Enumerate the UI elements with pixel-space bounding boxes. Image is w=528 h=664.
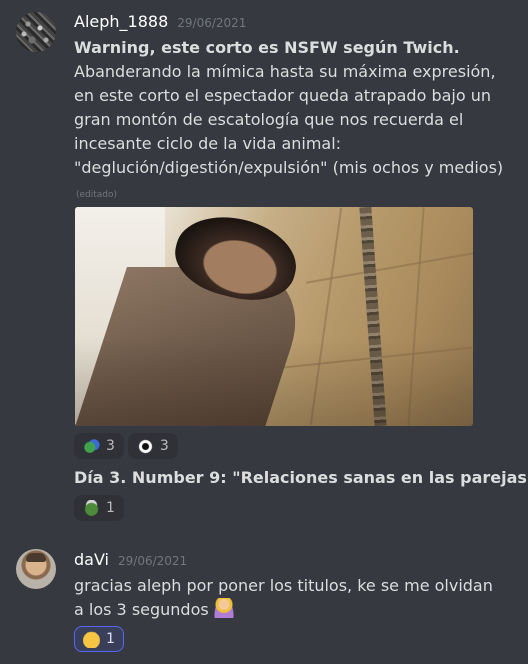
shrug-emoji-icon	[213, 598, 234, 618]
message-body: Abanderando la mímica hasta su máxima ex…	[74, 62, 504, 177]
edited-label: (editado)	[76, 190, 118, 200]
message-content: Warning, este corto es NSFW según Twich.…	[74, 36, 514, 207]
eye-emoji-icon	[136, 437, 154, 455]
reaction-pepe[interactable]: 1	[74, 495, 124, 521]
reaction-count: 3	[106, 438, 115, 454]
reaction-count: 1	[106, 500, 115, 516]
followup-title: Día 3. Number 9: "Relaciones sanas en la…	[74, 468, 528, 487]
reaction-count: 3	[159, 438, 169, 454]
message-body: gracias aleph por poner los titulos, ke …	[74, 576, 493, 619]
timestamp[interactable]: 29/06/2021	[177, 16, 246, 30]
reaction-bar: 3 3	[74, 433, 178, 459]
message-header: Aleph_1888 29/06/2021	[74, 12, 246, 31]
pepe-emoji-icon	[83, 499, 100, 517]
username[interactable]: Aleph_1888	[74, 12, 168, 31]
followup-reaction-bar: 1	[74, 495, 124, 521]
cat-emoji-icon	[83, 630, 100, 648]
frog-emoji-icon	[83, 437, 100, 455]
reaction-frog[interactable]: 3	[74, 433, 124, 459]
reaction-bar: 1	[74, 626, 124, 652]
reaction-count: 1	[106, 631, 115, 647]
warning-line: Warning, este corto es NSFW según Twich.	[74, 38, 460, 57]
avatar[interactable]	[16, 12, 56, 52]
username[interactable]: daVi	[74, 550, 109, 569]
video-attachment[interactable]	[75, 207, 473, 426]
reaction-eye[interactable]: 3	[127, 433, 178, 459]
message-header: daVi 29/06/2021	[74, 550, 187, 569]
message-content: gracias aleph por poner los titulos, ke …	[74, 574, 494, 622]
reaction-cat[interactable]: 1	[74, 626, 124, 652]
timestamp[interactable]: 29/06/2021	[118, 554, 187, 568]
avatar[interactable]	[16, 549, 56, 589]
